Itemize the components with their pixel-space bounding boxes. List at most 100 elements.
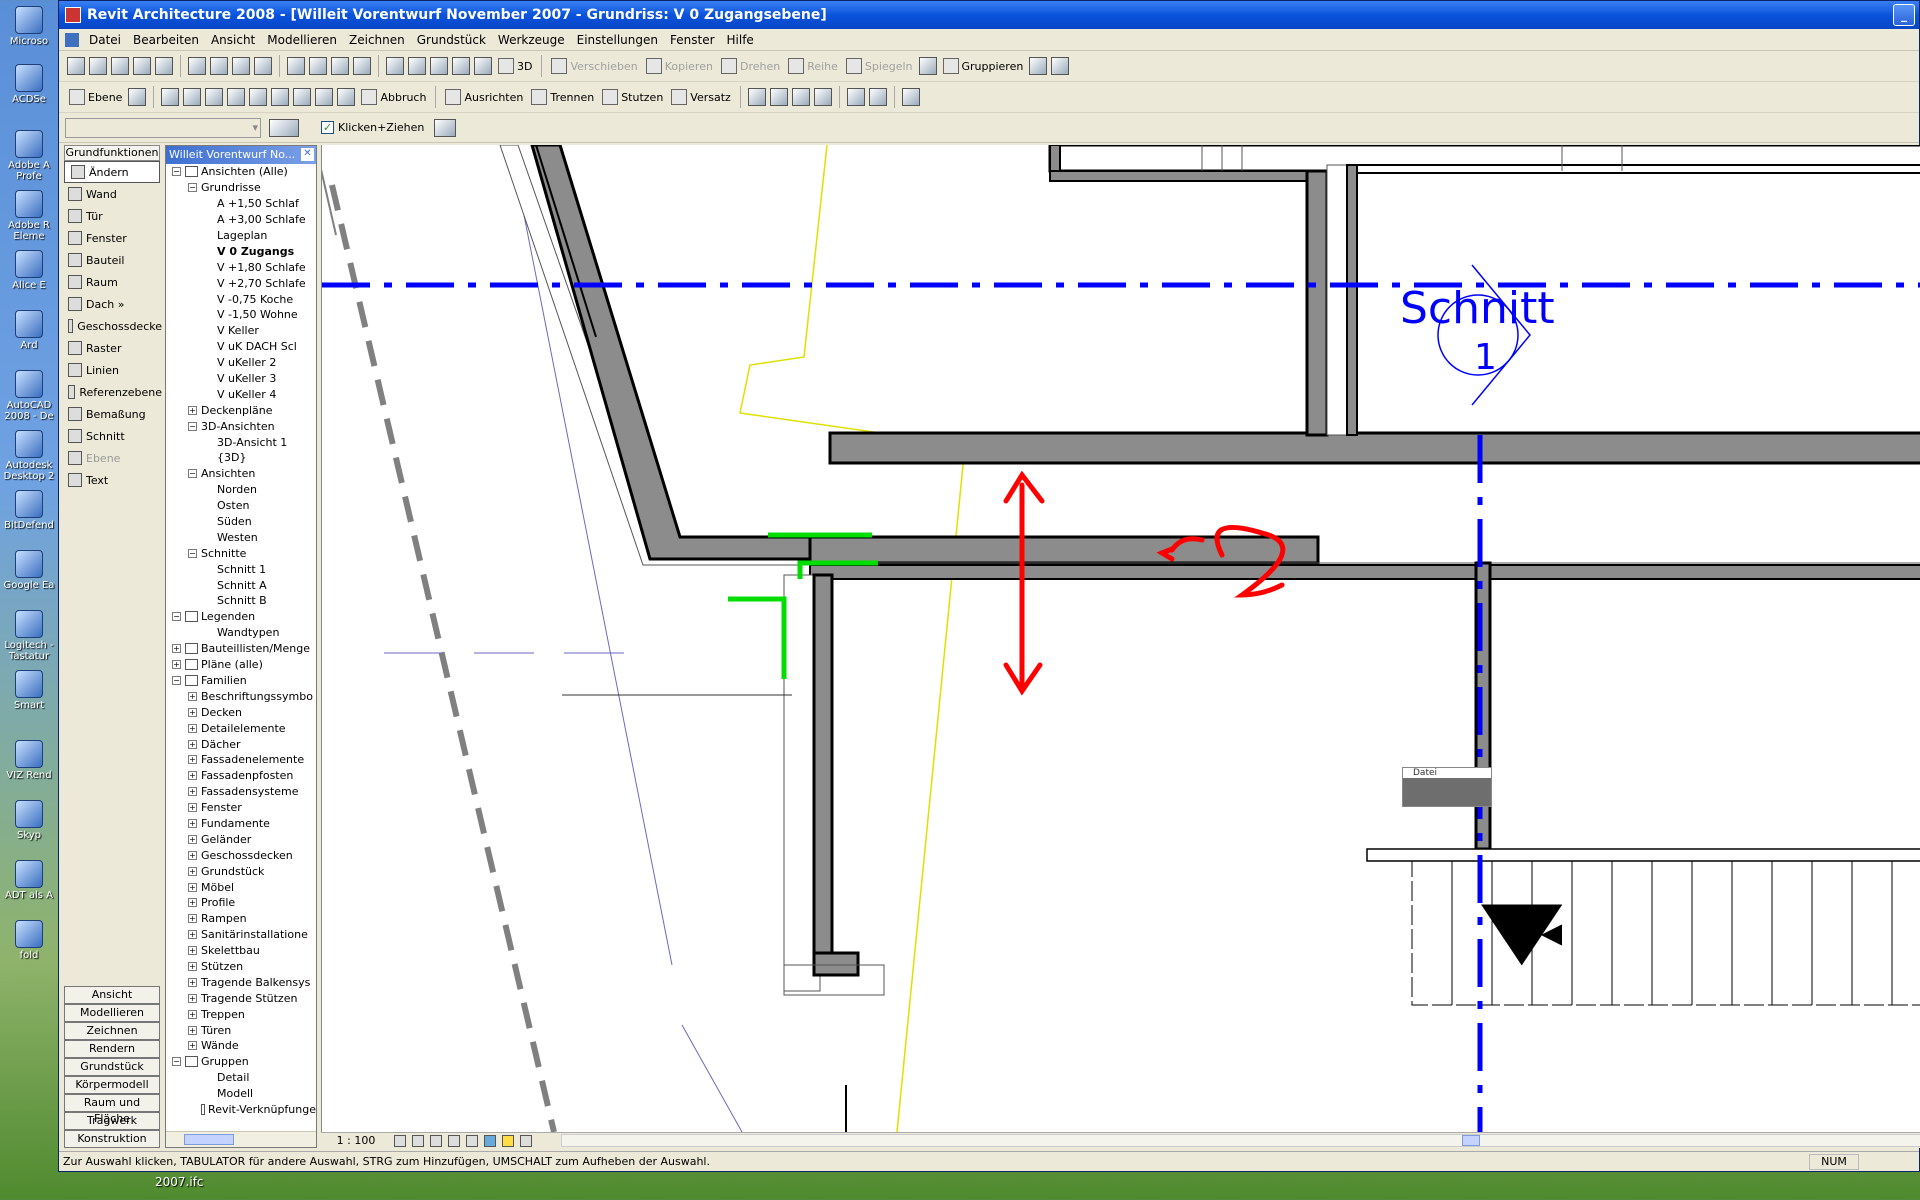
tree-node[interactable]: V 0 Zugangs [166,243,316,259]
design-bar-item[interactable]: Bauteil [62,249,162,271]
desktop-icon[interactable]: Autodesk Desktop 2 [0,430,58,482]
join-icon[interactable] [227,88,246,106]
dimension-icon[interactable] [183,88,202,106]
expand-icon[interactable]: + [188,787,197,797]
tree-node[interactable]: Schnitt A [166,577,316,593]
tree-node[interactable]: + Sanitärinstallatione [166,927,316,943]
design-bar-tab[interactable]: Tragwerk [64,1112,160,1130]
minimize-button[interactable]: _ [1893,4,1915,26]
wall-join-icon[interactable] [337,88,356,106]
level-icon[interactable] [430,57,448,75]
print-preview-icon[interactable] [133,57,151,75]
tree-node[interactable]: − Schnitte [166,545,316,561]
tree-node[interactable]: + Profile [166,895,316,911]
section-label[interactable]: Schnitt [1400,283,1555,334]
drag-checkbox[interactable]: ✓ [321,121,334,134]
tree-node[interactable]: Osten [166,498,316,514]
new-file-icon[interactable] [67,57,85,75]
detail-level-icon[interactable] [394,1134,406,1147]
tree-node[interactable]: − Gruppen [166,1054,316,1070]
menu-item[interactable]: Bearbeiten [127,33,205,47]
tree-node[interactable]: V uKeller 4 [166,386,316,402]
expand-icon[interactable]: + [188,771,197,781]
align-button[interactable]: Ausrichten [441,85,527,109]
tree-node[interactable]: V +1,80 Schlafe [166,259,316,275]
tree-node[interactable]: + Fassadensysteme [166,784,316,800]
menu-item[interactable]: Modellieren [261,33,343,47]
tree-node[interactable]: + Deckenpläne [166,402,316,418]
desktop-icon[interactable]: AutoCAD 2008 - De [0,370,58,422]
tree-node[interactable]: Detail [166,1070,316,1086]
scroll-left-icon[interactable] [520,1134,532,1147]
title-bar[interactable]: Revit Architecture 2008 - [Willeit Voren… [59,1,1919,29]
desktop-icon[interactable]: ADT als A [0,860,58,901]
tree-node[interactable]: + Fassadenpfosten [166,768,316,784]
level-button[interactable]: Ebene [65,85,126,109]
expand-icon[interactable]: + [172,660,181,670]
model-graphics-icon[interactable] [412,1134,424,1147]
design-bar-item[interactable]: Schnitt [62,425,162,447]
design-bar-item[interactable]: Raum [62,271,162,293]
split-button[interactable]: Trennen [527,85,598,109]
tree-node[interactable]: V -0,75 Koche [166,291,316,307]
undo-icon[interactable] [287,57,305,75]
copy-clipboard-icon[interactable] [846,88,865,106]
move-button[interactable]: Verschieben [547,54,641,78]
tree-node[interactable]: + Pläne (alle) [166,657,316,673]
collapse-icon[interactable]: − [188,421,197,431]
menu-item[interactable]: Werkzeuge [492,33,571,47]
desktop-icon[interactable]: Skyp [0,800,58,841]
tree-node[interactable]: + Fassadenelemente [166,752,316,768]
tree-node[interactable]: + Möbel [166,879,316,895]
tree-node[interactable]: + Fundamente [166,816,316,832]
design-bar-tab[interactable]: Grundstück [64,1058,160,1076]
expand-icon[interactable]: + [188,803,197,813]
temporary-hide-icon[interactable] [484,1134,496,1147]
expand-icon[interactable]: + [188,1041,197,1051]
desktop-icon[interactable]: Smart [0,670,58,711]
tree-node[interactable]: Schnitt 1 [166,561,316,577]
linework-icon-3[interactable] [791,88,810,106]
desktop-icon[interactable]: Ard [0,310,58,351]
menu-item[interactable]: Datei [83,33,127,47]
design-bar-tab[interactable]: Ansicht [64,986,160,1004]
tree-node[interactable]: + Beschriftungssymbo [166,688,316,704]
expand-icon[interactable]: + [188,898,197,908]
tree-node[interactable]: V uK DACH Scl [166,339,316,355]
design-bar-tab[interactable]: Körpermodell [64,1076,160,1094]
list-icon[interactable] [452,57,470,75]
collapse-icon[interactable]: − [172,1057,181,1067]
design-bar-item[interactable]: Geschossdecke [62,315,162,337]
design-bar-item[interactable]: Dach » [62,293,162,315]
paint-bucket-icon[interactable] [293,88,312,106]
design-bar-item[interactable]: Wand [62,183,162,205]
save-icon[interactable] [111,57,129,75]
browser-scrollbar[interactable] [166,1131,316,1147]
filter-icon[interactable] [434,118,457,137]
desktop-icon[interactable]: VIZ Rend [0,740,58,781]
expand-icon[interactable]: + [188,930,197,940]
design-bar-tab[interactable]: Raum und Fläche [64,1094,160,1125]
tree-node[interactable]: + Decken [166,704,316,720]
tree-node[interactable]: + Rampen [166,911,316,927]
design-bar-item[interactable]: Fenster [62,227,162,249]
tree-node[interactable]: + Bauteillisten/Menge [166,641,316,657]
expand-icon[interactable]: + [172,644,181,654]
zoom-icon[interactable] [408,57,426,75]
floor-plan-drawing[interactable] [322,145,1920,1132]
collapse-icon[interactable]: − [172,675,181,685]
tree-node[interactable]: + Geschossdecken [166,847,316,863]
tree-node[interactable]: −3D-Ansichten [166,418,316,434]
expand-icon[interactable]: + [188,850,197,860]
collapse-icon[interactable]: − [172,612,181,622]
tree-node[interactable]: + Treppen [166,1006,316,1022]
paste-aligned-icon[interactable] [868,88,887,106]
expand-icon[interactable]: + [188,993,197,1003]
light-bulb-icon[interactable] [502,1134,514,1147]
design-bar-item[interactable]: Text [62,469,162,491]
tree-node[interactable]: V uKeller 2 [166,355,316,371]
tree-node[interactable]: Schnitt B [166,593,316,609]
shadows-icon[interactable] [430,1134,442,1147]
tree-node[interactable]: 3D-Ansicht 1 [166,434,316,450]
desktop-icon[interactable]: Logitech -Tastatur [0,610,58,662]
